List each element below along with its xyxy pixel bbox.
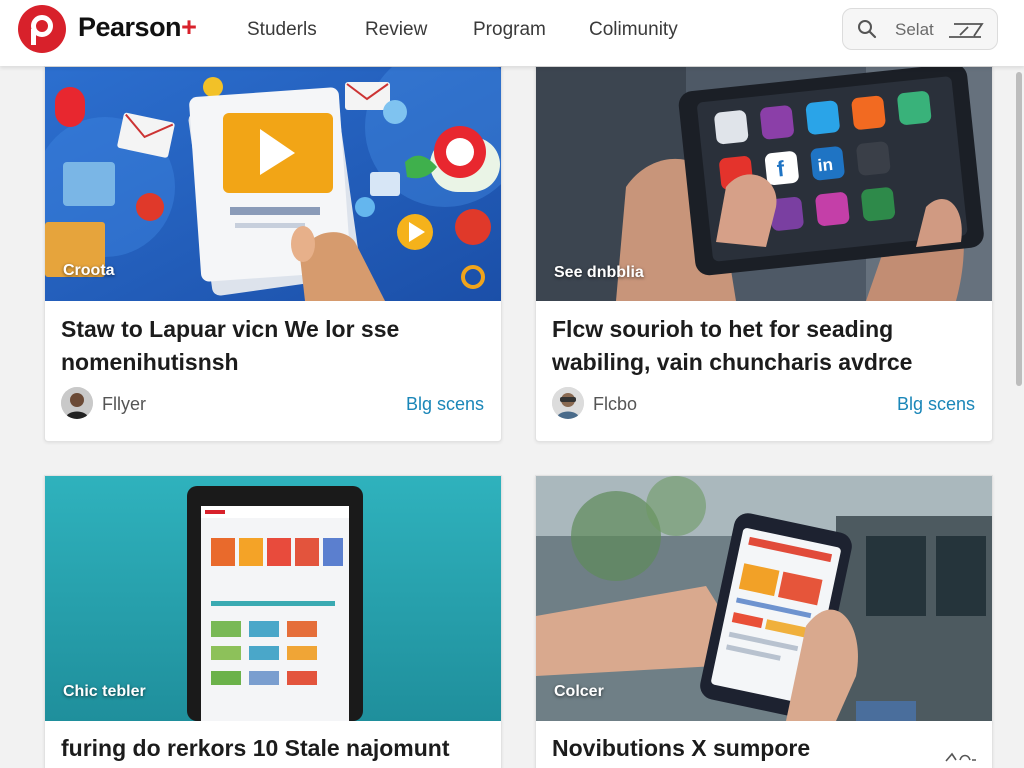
article-card[interactable]: f in See dnbblia Flcw sourioh to het for…	[535, 66, 993, 442]
brand-name[interactable]: Pearson+	[78, 12, 197, 43]
image-caption: Chic tebler	[63, 683, 146, 700]
nav-item-students[interactable]: Studerls	[247, 19, 317, 41]
article-card[interactable]: Chic tebler furing do rerkors 10 Stale n…	[44, 475, 502, 768]
card-image[interactable]: Croota	[45, 67, 501, 301]
image-caption: Croota	[63, 262, 115, 279]
phone-in-hands-photo	[536, 476, 992, 721]
card-image[interactable]: f in See dnbblia	[536, 67, 992, 301]
image-caption: Colcer	[554, 683, 604, 700]
nav-item-review[interactable]: Review	[365, 19, 427, 41]
card-title[interactable]: Staw to Lapuar vicn We lor sse nomenihut…	[61, 313, 485, 379]
card-title[interactable]: Flcw sourioh to het for seading wabiling…	[552, 313, 976, 379]
card-link[interactable]: Blg scens	[897, 394, 975, 415]
card-image[interactable]: Colcer	[536, 476, 992, 721]
article-card[interactable]: Croota Staw to Lapuar vicn We lor sse no…	[44, 66, 502, 442]
card-title[interactable]: furing do rerkors 10 Stale najomunt	[61, 732, 485, 765]
search-box[interactable]: Selat	[842, 8, 998, 50]
nav-item-community[interactable]: Colimunity	[589, 19, 678, 41]
page-scrollbar[interactable]	[1014, 66, 1024, 768]
top-header: Pearson+ Studerls Review Program Colimun…	[0, 0, 1024, 66]
author-name: Fllyer	[102, 394, 146, 414]
image-caption: See dnbblia	[554, 264, 644, 281]
pearson-logo-icon[interactable]	[18, 5, 66, 53]
card-link[interactable]: Blg scens	[406, 394, 484, 415]
edit-icon[interactable]	[946, 20, 986, 40]
share-icon[interactable]	[944, 751, 978, 765]
card-image[interactable]: Chic tebler	[45, 476, 501, 721]
article-card[interactable]: Colcer Novibutions X sumpore	[535, 475, 993, 768]
avatar	[552, 387, 584, 419]
nav-item-program[interactable]: Program	[473, 19, 546, 41]
search-icon[interactable]	[857, 19, 877, 39]
author-name: Flcbo	[593, 394, 638, 414]
card-title[interactable]: Novibutions X sumpore	[552, 732, 976, 765]
svg-text:in: in	[817, 155, 834, 175]
search-input-text[interactable]: Selat	[895, 20, 934, 40]
scrollbar-thumb[interactable]	[1016, 72, 1022, 386]
avatar	[61, 387, 93, 419]
